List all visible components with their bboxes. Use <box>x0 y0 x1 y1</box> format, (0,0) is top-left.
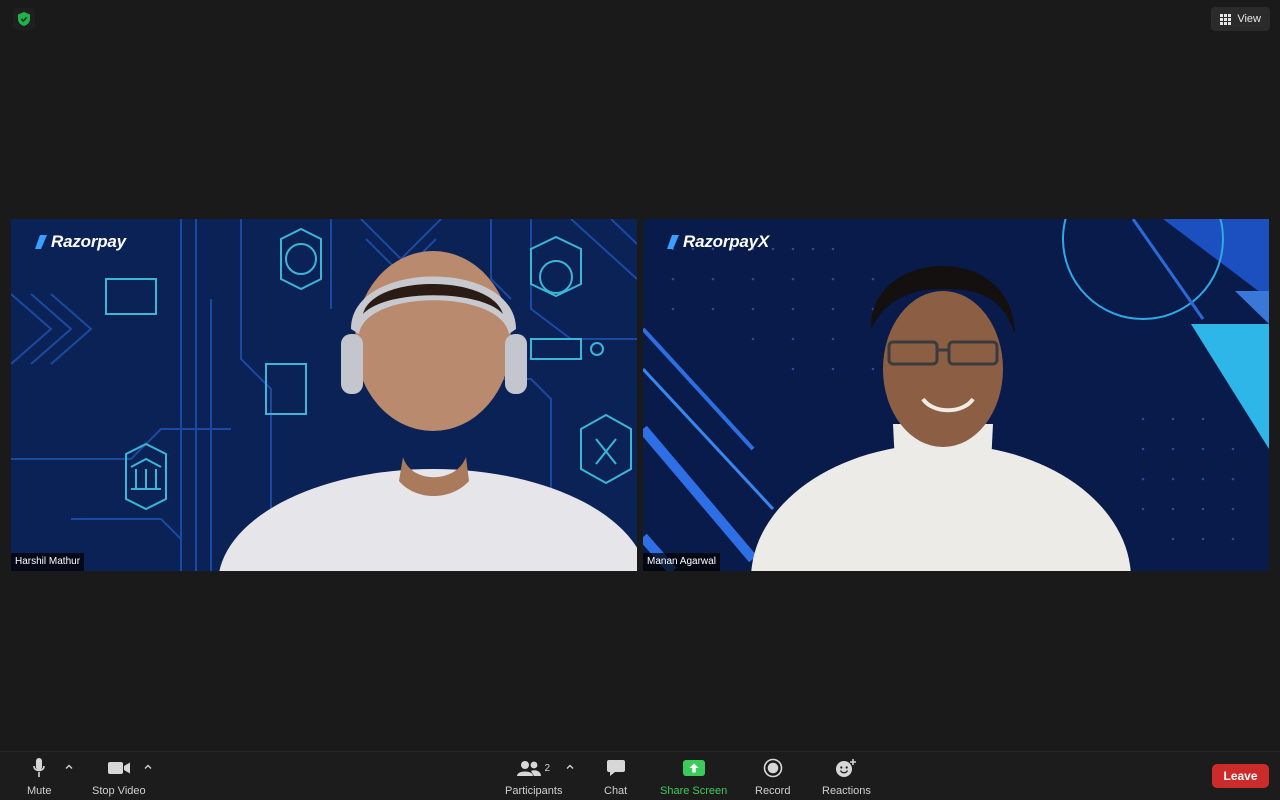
video-feed <box>11 219 637 571</box>
meeting-toolbar: Mute Stop Video 2 Participants Chat Shar… <box>0 751 1280 800</box>
reactions-button[interactable]: Reactions <box>822 757 871 797</box>
chat-button[interactable]: Chat <box>604 757 627 797</box>
share-screen-button[interactable]: Share Screen <box>660 757 727 797</box>
audio-options-chevron-icon[interactable] <box>64 762 74 772</box>
stop-video-button[interactable]: Stop Video <box>92 757 146 797</box>
view-button[interactable]: View <box>1211 7 1270 31</box>
participants-button[interactable]: 2 Participants <box>505 757 562 797</box>
participant-name-tag: Harshil Mathur <box>11 553 85 571</box>
mute-button[interactable]: Mute <box>27 757 51 797</box>
video-feed <box>643 219 1269 571</box>
record-button[interactable]: Record <box>755 757 790 797</box>
record-icon <box>763 757 783 779</box>
security-shield-icon[interactable] <box>13 8 35 30</box>
participants-options-chevron-icon[interactable] <box>565 762 575 772</box>
brand-logo: Razorpay <box>35 232 126 252</box>
participant-name-tag: Manan Agarwal <box>643 553 720 571</box>
video-camera-icon <box>107 757 131 779</box>
video-tile-manan[interactable]: RazorpayX Manan Agarwal <box>643 219 1269 571</box>
microphone-icon <box>32 757 46 779</box>
share-screen-icon <box>682 757 705 779</box>
video-tile-harshil[interactable]: Razorpay Harshil Mathur <box>11 219 637 571</box>
chat-bubble-icon <box>606 757 626 779</box>
participants-count: 2 <box>544 762 551 774</box>
leave-button[interactable]: Leave <box>1212 764 1269 788</box>
participants-icon: 2 <box>517 757 550 779</box>
grid-icon <box>1220 13 1232 25</box>
brand-logo: RazorpayX <box>667 232 769 252</box>
smiley-plus-icon <box>835 757 857 779</box>
view-label: View <box>1237 13 1261 25</box>
video-options-chevron-icon[interactable] <box>143 762 153 772</box>
